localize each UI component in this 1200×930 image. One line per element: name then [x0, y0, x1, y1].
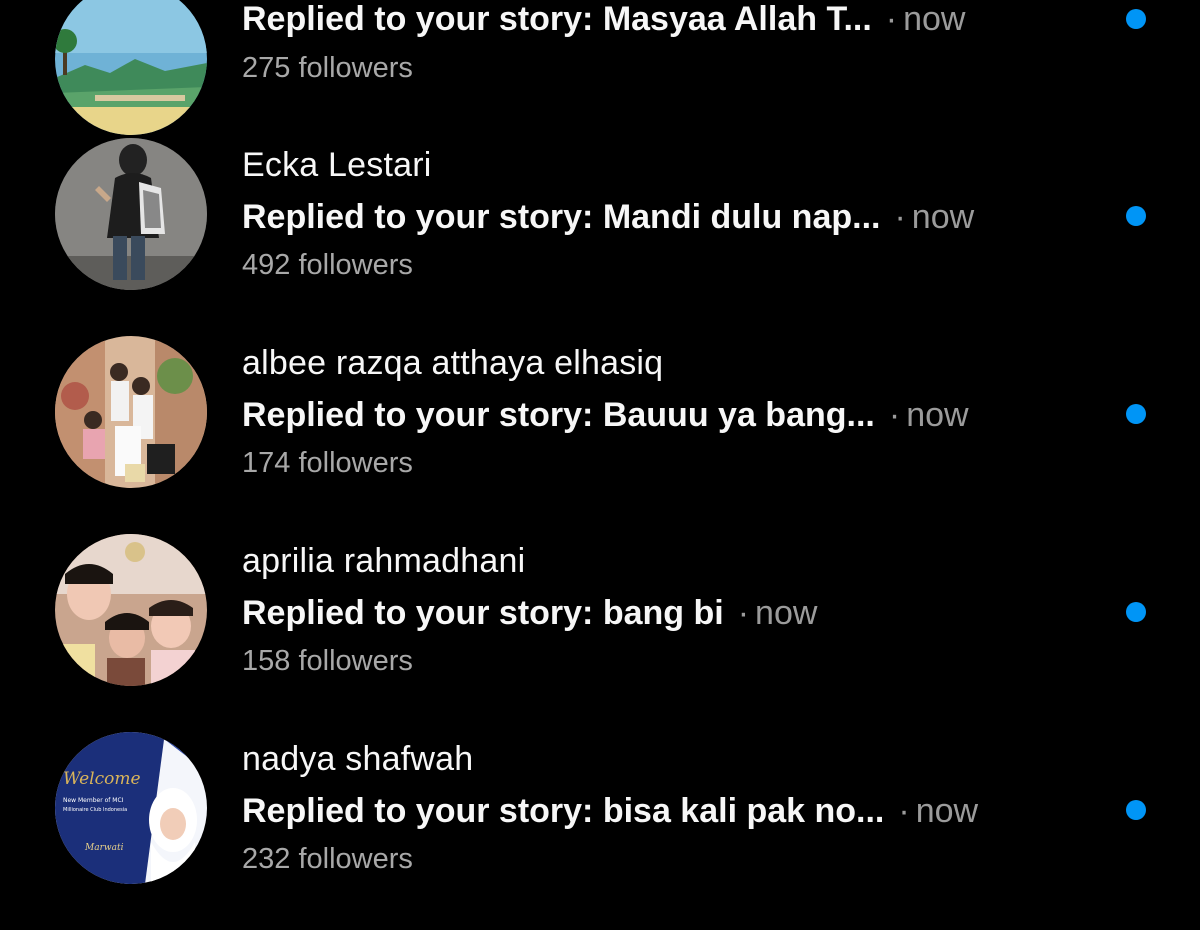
follower-count: 158 followers [242, 645, 413, 677]
welcome-card-line2: Millionaire Club Indonesia [63, 807, 127, 813]
group-photo-avatar[interactable] [55, 336, 207, 488]
username[interactable]: albee razqa atthaya elhasiq [242, 344, 663, 383]
separator: · [737, 594, 750, 632]
timestamp: now [903, 0, 966, 38]
notification-row[interactable]: Replied to your story: Masyaa Allah T...… [0, 0, 1200, 135]
notification-row[interactable]: Welcome New Member of MCI Millionaire Cl… [0, 732, 1200, 930]
person-standing-avatar-image [55, 138, 207, 290]
notification-message: Replied to your story: Mandi dulu nap... [242, 198, 881, 236]
unread-dot [1126, 9, 1146, 29]
landscape-avatar-image [55, 0, 207, 135]
timestamp: now [911, 198, 975, 236]
landscape-avatar[interactable] [55, 0, 207, 135]
unread-dot [1126, 404, 1146, 424]
follower-count: 275 followers [242, 52, 413, 84]
separator: · [888, 396, 901, 434]
follower-count: 232 followers [242, 843, 413, 875]
username[interactable]: Ecka Lestari [242, 146, 431, 185]
timestamp: now [755, 594, 818, 632]
timestamp: now [915, 792, 979, 830]
notification-list: Replied to your story: Masyaa Allah T...… [0, 0, 1200, 900]
welcome-card-title: Welcome [63, 769, 141, 789]
follower-count: 174 followers [242, 447, 413, 479]
separator: · [898, 792, 910, 830]
unread-dot [1126, 206, 1146, 226]
group-photo-avatar-image [55, 336, 207, 488]
notification-message: Replied to your story: Masyaa Allah T... [242, 0, 872, 38]
timestamp: now [906, 396, 969, 434]
notification-message: Replied to your story: bang bi [242, 594, 724, 632]
notification-row[interactable]: Ecka Lestari Replied to your story: Mand… [0, 138, 1200, 336]
separator: · [894, 198, 906, 236]
notification-row[interactable]: aprilia rahmadhani Replied to your story… [0, 534, 1200, 732]
welcome-card-signature: Marwati [84, 843, 124, 853]
unread-dot [1126, 602, 1146, 622]
selfie-avatar[interactable] [55, 534, 207, 686]
username[interactable]: aprilia rahmadhani [242, 542, 525, 581]
notification-message: Replied to your story: bisa kali pak no.… [242, 792, 885, 830]
selfie-avatar-image [55, 534, 207, 686]
notification-row[interactable]: albee razqa atthaya elhasiq Replied to y… [0, 336, 1200, 534]
username[interactable]: nadya shafwah [242, 740, 473, 779]
welcome-card-line1: New Member of MCI [63, 797, 124, 804]
notification-message: Replied to your story: Bauuu ya bang... [242, 396, 875, 434]
welcome-card-avatar-image: Welcome New Member of MCI Millionaire Cl… [55, 732, 207, 884]
welcome-card-avatar[interactable]: Welcome New Member of MCI Millionaire Cl… [55, 732, 207, 884]
follower-count: 492 followers [242, 249, 413, 281]
separator: · [885, 0, 898, 38]
person-standing-avatar[interactable] [55, 138, 207, 290]
unread-dot [1126, 800, 1146, 820]
